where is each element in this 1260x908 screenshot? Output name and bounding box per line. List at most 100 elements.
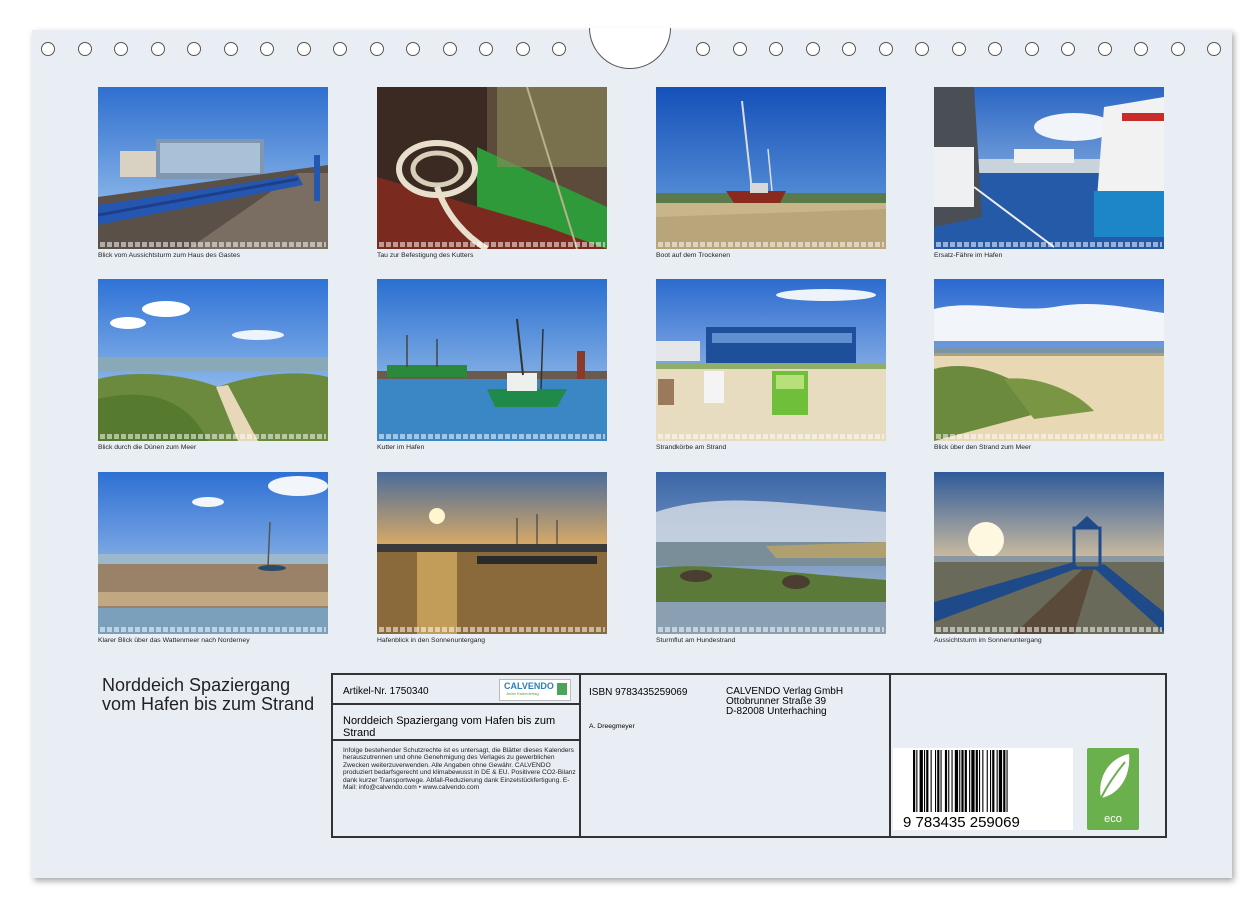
photo-kutter-hafen xyxy=(377,279,607,441)
photo-strand-meer xyxy=(934,279,1164,441)
barcode-bar xyxy=(992,750,995,812)
photo-haus-des-gastes xyxy=(98,87,328,249)
brand-flag-icon xyxy=(557,683,567,695)
binding-hole xyxy=(369,42,384,56)
photo-tile: Blick durch die Dünen zum Meer xyxy=(98,279,328,451)
binding-hole xyxy=(515,42,530,56)
photo-caption: Hafenblick in den Sonnenuntergang xyxy=(377,637,486,644)
barcode-bar xyxy=(948,750,950,812)
barcode-bar xyxy=(979,750,981,812)
isbn: ISBN 9783435259069 xyxy=(589,687,688,698)
barcode-bar xyxy=(964,750,967,812)
barcode-bar xyxy=(944,750,948,812)
product-info-box: Artikel-Nr. 1750340 CALVENDO Jeder Kalen… xyxy=(331,673,1167,838)
binding-hole xyxy=(696,42,710,56)
subtitle-row: Norddeich Spaziergang vom Hafen bis zum … xyxy=(333,705,579,741)
binding-hole xyxy=(296,42,311,56)
binding-hole xyxy=(150,42,165,56)
barcode-bar xyxy=(975,750,978,812)
photo-tile: Blick über den Strand zum Meer xyxy=(934,279,1164,451)
calvendo-logo: CALVENDO Jeder Kalendertag xyxy=(499,679,571,701)
barcode-bar xyxy=(940,750,942,812)
barcode-bar xyxy=(930,750,932,812)
barcode-bar xyxy=(961,750,964,812)
calendar-back-sheet: Blick vom Aussichtsturm zum Haus des Gas… xyxy=(32,28,1232,878)
photo-tile: Sturmflut am Hundestrand xyxy=(656,472,886,644)
binding-hole xyxy=(769,42,783,56)
photo-aussichtsturm-sonnenuntergang xyxy=(934,472,1164,634)
barcode-bar xyxy=(916,750,918,812)
photo-tile: Strandkörbe am Strand xyxy=(656,279,886,451)
binding-hole xyxy=(41,42,55,56)
binding-hole xyxy=(479,42,493,56)
photo-caption: Boot auf dem Trockenen xyxy=(656,252,731,259)
binding-hole xyxy=(77,42,92,56)
photo-hafenblick-sonnenuntergang xyxy=(377,472,607,634)
photo-caption: Tau zur Befestigung des Kutters xyxy=(377,252,474,259)
photo-caption: Blick durch die Dünen zum Meer xyxy=(98,444,197,451)
barcode-bar xyxy=(926,750,929,812)
brand-name: CALVENDO xyxy=(504,681,554,691)
binding-hole xyxy=(951,42,966,56)
barcode-bar xyxy=(996,750,998,812)
photo-wattenmeer xyxy=(98,472,328,634)
photo-tau-kutter xyxy=(377,87,607,249)
photo-caption: Blick vom Aussichtsturm zum Haus des Gas… xyxy=(98,252,241,259)
photo-tile: Hafenblick in den Sonnenuntergang xyxy=(377,472,607,644)
article-number: Artikel-Nr. 1750340 xyxy=(343,686,429,697)
barcode-bar xyxy=(937,750,940,812)
legal-notice: Infolge bestehender Schutzrechte ist es … xyxy=(343,747,576,792)
binding-hole xyxy=(988,42,1002,56)
photo-caption: Aussichtsturm im Sonnenuntergang xyxy=(934,637,1042,644)
photo-duenen-meer xyxy=(98,279,328,441)
photo-strandkoerbe xyxy=(656,279,886,441)
photo-tile: Ersatz-Fähre im Hafen xyxy=(934,87,1164,259)
barcode-bar xyxy=(969,750,971,812)
photo-tile: Aussichtsturm im Sonnenuntergang xyxy=(934,472,1164,644)
product-subtitle: Norddeich Spaziergang vom Hafen bis zum … xyxy=(343,715,556,739)
binding-hole xyxy=(406,42,420,56)
binding-hole xyxy=(842,42,856,56)
photo-caption: Kutter im Hafen xyxy=(377,444,425,451)
binding-hole xyxy=(878,42,893,56)
photo-sturmflut xyxy=(656,472,886,634)
binding-hole xyxy=(1134,42,1148,56)
barcode-digits: 9 783435 259069 xyxy=(903,814,1020,830)
binding-hole xyxy=(223,42,238,56)
binding-hole xyxy=(552,42,566,56)
photo-tile: Kutter im Hafen xyxy=(377,279,607,451)
photo-caption: Strandkörbe am Strand xyxy=(656,444,727,451)
photo-caption: Ersatz-Fähre im Hafen xyxy=(934,252,1003,259)
eco-label: eco xyxy=(1104,813,1122,825)
barcode-bar xyxy=(1006,750,1008,812)
binding-hole xyxy=(1207,42,1221,56)
binding-hole xyxy=(333,42,347,56)
barcode-bar xyxy=(971,750,975,812)
barcode-bar xyxy=(986,750,988,812)
barcode-bar xyxy=(913,750,916,812)
info-column-right: 9 783435 259069 eco xyxy=(891,675,1165,836)
binding-hole xyxy=(1097,42,1112,56)
barcode-bar xyxy=(959,750,961,812)
barcode: 9 783435 259069 xyxy=(893,748,1073,831)
binding-hole xyxy=(1024,42,1039,56)
photo-ersatz-faehre xyxy=(934,87,1164,249)
barcode-bar xyxy=(982,750,984,812)
photo-caption: Sturmflut am Hundestrand xyxy=(656,637,736,644)
binding-hole xyxy=(1170,42,1185,56)
publisher-address: CALVENDO Verlag GmbH Ottobrunner Straße … xyxy=(726,687,843,717)
barcode-bar xyxy=(935,750,937,812)
publisher-city: D-82008 Unterhaching xyxy=(726,706,827,717)
barcode-bar xyxy=(954,750,959,812)
photo-tile: Boot auf dem Trockenen xyxy=(656,87,886,259)
barcode-bar xyxy=(1003,750,1006,812)
binding-hole xyxy=(915,42,929,56)
photo-tile: Klarer Blick über das Wattenmeer nach No… xyxy=(98,472,328,644)
calendar-title: Norddeich Spaziergang vom Hafen bis zum … xyxy=(102,675,315,714)
info-column-left: Artikel-Nr. 1750340 CALVENDO Jeder Kalen… xyxy=(333,675,581,836)
article-row: Artikel-Nr. 1750340 CALVENDO Jeder Kalen… xyxy=(333,675,579,705)
barcode-bar xyxy=(919,750,923,812)
binding-hole xyxy=(732,42,747,56)
binding-hole xyxy=(114,42,128,56)
photo-tile: Tau zur Befestigung des Kutters xyxy=(377,87,607,259)
